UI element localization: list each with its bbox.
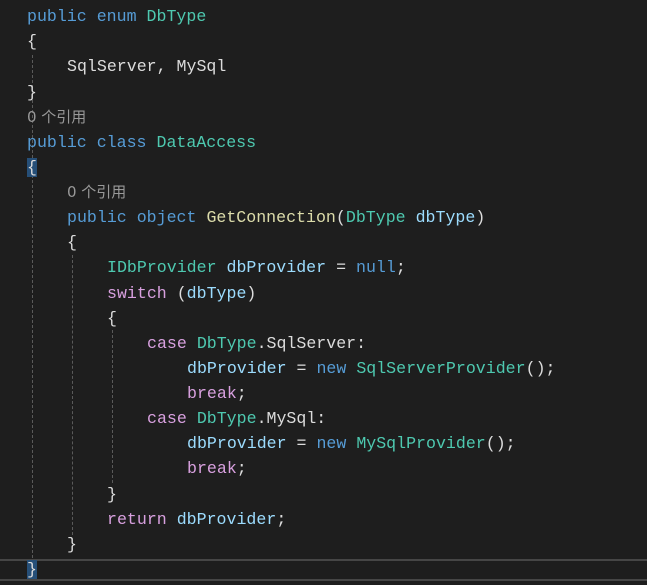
code-token: =: [286, 358, 317, 378]
code-line[interactable]: {: [107, 306, 117, 331]
code-token: }: [27, 559, 37, 579]
code-line[interactable]: {: [67, 230, 77, 255]
code-token: =: [326, 258, 356, 278]
code-token: dbProvider: [226, 258, 327, 278]
code-token: public: [27, 132, 87, 152]
code-token: .SqlServer:: [256, 333, 367, 353]
code-line[interactable]: SqlServer, MySql: [67, 54, 226, 79]
code-token: ): [246, 283, 257, 303]
code-token: {: [27, 157, 37, 177]
code-token: return: [107, 509, 167, 529]
code-line[interactable]: dbProvider = new SqlServerProvider();: [187, 356, 555, 381]
code-token: =: [286, 434, 317, 454]
code-token: ;: [395, 258, 406, 278]
code-token: }: [107, 484, 117, 504]
code-token: object: [136, 208, 197, 228]
code-token: ): [475, 208, 486, 228]
indent-guide: [72, 255, 73, 535]
code-line[interactable]: return dbProvider;: [107, 507, 286, 532]
code-line[interactable]: IDbProvider dbProvider = null;: [107, 255, 406, 280]
code-line[interactable]: public object GetConnection(DbType dbTyp…: [67, 205, 485, 230]
code-token: switch: [107, 283, 167, 303]
code-line[interactable]: }: [27, 557, 37, 582]
code-token: new: [316, 358, 347, 378]
code-line[interactable]: case DbType.MySql:: [147, 406, 326, 431]
code-token: break: [187, 459, 237, 479]
current-line-highlight: [0, 559, 647, 581]
code-token: class: [96, 132, 147, 152]
code-token: case: [147, 333, 187, 353]
code-token: public: [27, 7, 87, 27]
code-token: (: [335, 208, 346, 228]
code-line[interactable]: }: [27, 80, 37, 105]
code-line[interactable]: switch (dbType): [107, 281, 256, 306]
code-line[interactable]: break;: [187, 456, 247, 481]
code-line[interactable]: 0 个引用: [67, 180, 126, 205]
code-line[interactable]: public enum DbType: [27, 4, 206, 29]
code-token: enum: [96, 7, 137, 27]
code-token: DbType: [345, 208, 406, 228]
code-line[interactable]: case DbType.SqlServer:: [147, 331, 366, 356]
code-token: {: [67, 233, 77, 253]
code-token: dbProvider: [187, 358, 287, 378]
code-token: dbType: [415, 208, 476, 228]
code-line[interactable]: 0 个引用: [27, 105, 86, 130]
code-token: SqlServer, MySql: [67, 57, 227, 77]
code-token: (: [166, 283, 187, 303]
code-token: public: [67, 208, 127, 228]
codelens-reference-count[interactable]: 0 个引用: [67, 183, 126, 201]
code-token: DbType: [196, 333, 257, 353]
code-token: {: [27, 32, 37, 52]
code-token: {: [107, 308, 117, 328]
code-token: DataAccess: [156, 132, 257, 152]
code-token: dbProvider: [187, 434, 287, 454]
code-line[interactable]: }: [107, 482, 117, 507]
code-token: IDbProvider: [107, 258, 217, 278]
code-token: }: [27, 82, 37, 102]
code-token: break: [187, 384, 237, 404]
code-line[interactable]: public class DataAccess: [27, 130, 256, 155]
code-token: ;: [236, 459, 247, 479]
codelens-reference-count[interactable]: 0 个引用: [27, 108, 86, 126]
code-token: DbType: [196, 409, 257, 429]
code-editor[interactable]: 0 个引用 public enum DbType { SqlServer, MySql…: [0, 0, 647, 585]
code-token: DbType: [146, 7, 207, 27]
code-token: MySqlProvider: [356, 434, 486, 454]
code-line[interactable]: {: [27, 29, 37, 54]
code-token: .MySql:: [256, 409, 327, 429]
code-token: ();: [485, 434, 516, 454]
code-token: ();: [525, 358, 556, 378]
code-token: null: [355, 258, 396, 278]
code-token: dbType: [186, 283, 247, 303]
code-line[interactable]: {: [27, 155, 37, 180]
code-token: ;: [276, 509, 287, 529]
code-line[interactable]: dbProvider = new MySqlProvider();: [187, 431, 516, 456]
indent-guide: [112, 330, 113, 483]
code-token: GetConnection: [206, 208, 336, 228]
code-token: case: [147, 409, 187, 429]
code-token: dbProvider: [176, 509, 277, 529]
code-line[interactable]: }: [67, 532, 77, 557]
code-token: ;: [236, 384, 247, 404]
code-token: }: [67, 534, 77, 554]
code-line[interactable]: break;: [187, 381, 247, 406]
code-token: new: [316, 434, 347, 454]
code-token: SqlServerProvider: [356, 358, 526, 378]
